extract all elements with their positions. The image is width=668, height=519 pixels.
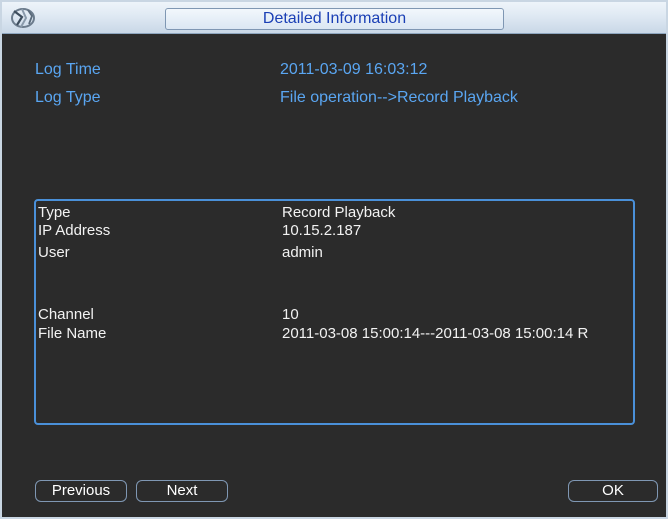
log-type-label: Log Type [35, 89, 101, 106]
channel-value: 10 [282, 306, 299, 323]
ok-button[interactable]: OK [568, 480, 658, 502]
log-type-value: File operation-->Record Playback [280, 89, 518, 106]
detailed-information-dialog: Detailed Information Log Time 2011-03-09… [0, 0, 668, 519]
channel-label: Channel [38, 306, 94, 323]
dahua-logo-icon [11, 8, 35, 28]
user-label: User [38, 244, 70, 261]
detail-panel: Type Record Playback IP Address 10.15.2.… [34, 199, 635, 425]
file-name-value: 2011-03-08 15:00:14---2011-03-08 15:00:1… [282, 325, 589, 342]
ip-address-label: IP Address [38, 222, 111, 239]
user-value: admin [282, 244, 323, 261]
file-name-label: File Name [38, 325, 107, 342]
log-time-label: Log Time [35, 61, 101, 78]
dialog-title: Detailed Information [165, 8, 504, 30]
type-value: Record Playback [282, 204, 396, 221]
log-time-value: 2011-03-09 16:03:12 [280, 61, 428, 78]
title-bar: Detailed Information [2, 2, 666, 34]
ip-address-value: 10.15.2.187 [282, 222, 362, 239]
type-label: Type [38, 204, 71, 221]
next-button[interactable]: Next [136, 480, 228, 502]
previous-button[interactable]: Previous [35, 480, 127, 502]
